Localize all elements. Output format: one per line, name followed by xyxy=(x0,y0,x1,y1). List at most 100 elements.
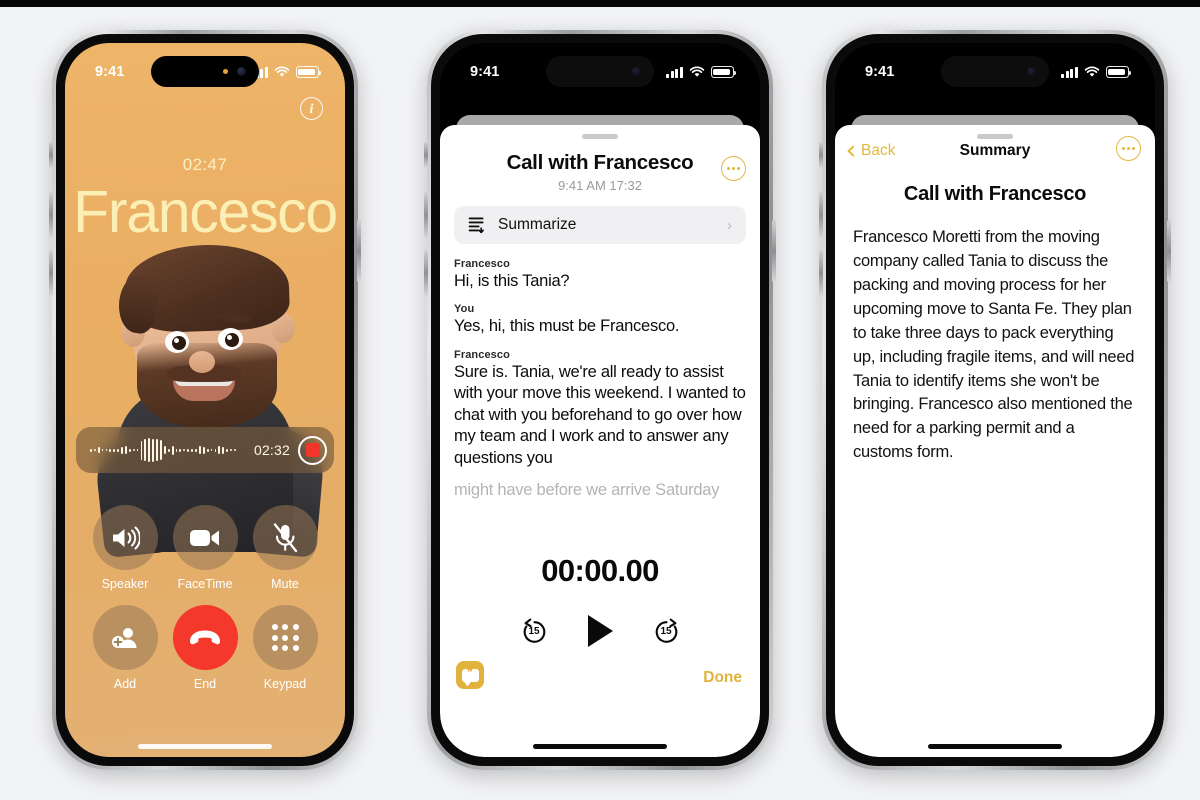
transcript-text: Yes, hi, this must be Francesco. xyxy=(454,317,680,336)
microphone-muted-icon xyxy=(252,505,318,570)
battery-icon xyxy=(296,66,321,78)
speaker-name: You xyxy=(454,303,475,316)
status-indicators xyxy=(1061,66,1131,78)
more-options-icon[interactable] xyxy=(1116,136,1141,161)
keypad-button[interactable]: Keypad xyxy=(245,605,325,691)
transcript-header: Call with Francesco 9:41 AM 17:32 xyxy=(440,125,760,193)
facetime-label: FaceTime xyxy=(177,577,233,591)
call-info-button[interactable]: i xyxy=(300,97,323,120)
phone-1-bezel: 9:41 i 02:47 Francesco 02:32 Speaker Fac… xyxy=(56,34,354,766)
volume-up-button[interactable] xyxy=(424,192,428,238)
top-black-strip xyxy=(0,0,1200,7)
summary-sheet: Back Summary Call with Francesco Frances… xyxy=(835,125,1155,757)
status-indicators xyxy=(666,66,736,78)
playback-time: 00:00.00 xyxy=(541,553,659,588)
dynamic-island[interactable] xyxy=(941,56,1049,87)
keypad-label: Keypad xyxy=(263,677,307,691)
dynamic-island[interactable] xyxy=(151,56,259,87)
recording-indicator-dot xyxy=(223,69,228,74)
speaker-button[interactable]: Speaker xyxy=(85,505,165,591)
add-label: Add xyxy=(113,677,137,691)
playback-controls: 15 15 xyxy=(440,615,760,647)
volume-up-button[interactable] xyxy=(819,192,823,238)
front-camera-icon xyxy=(632,67,641,76)
chevron-right-icon: › xyxy=(727,216,732,234)
end-label: End xyxy=(193,677,217,691)
skip-back-value: 15 xyxy=(528,625,540,637)
summarize-label: Summarize xyxy=(498,216,577,233)
cellular-bars-icon xyxy=(1061,66,1078,78)
recording-elapsed: 02:32 xyxy=(253,442,290,458)
navigation-bar: Back Summary xyxy=(835,125,1155,167)
summary-body: Francesco Moretti from the moving compan… xyxy=(853,228,1135,462)
video-camera-icon xyxy=(172,505,238,570)
transcript-text: Sure is. Tania, we're all ready to assis… xyxy=(454,362,746,467)
cellular-bars-icon xyxy=(666,66,683,78)
mute-label: Mute xyxy=(271,577,299,591)
facetime-button[interactable]: FaceTime xyxy=(165,505,245,591)
home-indicator[interactable] xyxy=(138,744,272,749)
call-timestamp: 9:41 AM 17:32 xyxy=(558,178,642,193)
play-icon[interactable] xyxy=(587,615,613,647)
end-call-icon xyxy=(172,605,238,670)
volume-up-button[interactable] xyxy=(49,192,53,238)
transcript-text-faded: might have before we arrive Saturday xyxy=(454,481,720,500)
screenshot-canvas: 9:41 i 02:47 Francesco 02:32 Speaker Fac… xyxy=(0,0,1200,800)
recording-bar[interactable]: 02:32 xyxy=(76,427,334,473)
battery-icon xyxy=(711,66,736,78)
wifi-icon xyxy=(689,66,705,77)
phone-2-transcript: 9:41 Call with Francesco 9:41 AM 17:32 S… xyxy=(424,30,776,770)
audio-waveform xyxy=(90,437,246,463)
speaker-name: Francesco xyxy=(454,348,510,361)
speaker-name: Francesco xyxy=(454,258,510,270)
add-person-icon xyxy=(92,605,158,670)
stop-record-button[interactable] xyxy=(298,435,327,465)
mute-button[interactable]: Mute xyxy=(245,505,325,591)
speaker-label: Speaker xyxy=(101,577,149,591)
home-indicator[interactable] xyxy=(928,744,1062,749)
mute-switch-button[interactable] xyxy=(49,142,53,168)
keypad-icon xyxy=(252,605,318,670)
phone-1-active-call: 9:41 i 02:47 Francesco 02:32 Speaker Fac… xyxy=(49,30,361,770)
phone-3-summary: 9:41 Back Summary Call with Francesco Fr… xyxy=(819,30,1171,770)
power-button[interactable] xyxy=(1167,220,1171,282)
summary-heading: Call with Francesco xyxy=(903,183,1087,205)
status-time: 9:41 xyxy=(865,64,895,80)
status-time: 9:41 xyxy=(470,64,500,80)
nav-title: Summary xyxy=(959,141,1031,159)
phone-3-bezel: 9:41 Back Summary Call with Francesco Fr… xyxy=(826,34,1164,766)
status-time: 9:41 xyxy=(95,64,125,80)
power-button[interactable] xyxy=(357,220,361,282)
speaker-icon xyxy=(92,505,158,570)
transcription-icon[interactable]: ❞ xyxy=(456,661,484,689)
summarize-icon xyxy=(468,217,484,234)
phone-1-screen: 9:41 i 02:47 Francesco 02:32 Speaker Fac… xyxy=(65,43,345,757)
skip-forward-15-button[interactable]: 15 xyxy=(653,618,680,645)
phone-2-bezel: 9:41 Call with Francesco 9:41 AM 17:32 S… xyxy=(431,34,769,766)
call-controls-grid: Speaker FaceTime Mute Add End Keypad xyxy=(65,505,345,691)
dynamic-island[interactable] xyxy=(546,56,654,87)
audio-player: 00:00.00 15 15 xyxy=(440,553,760,647)
call-duration: 02:47 xyxy=(182,155,228,174)
front-camera-icon xyxy=(237,67,246,76)
summarize-button[interactable]: Summarize › xyxy=(454,206,746,244)
volume-down-button[interactable] xyxy=(49,250,53,296)
mute-switch-button[interactable] xyxy=(819,142,823,168)
transcript-entry: You Yes, hi, this must be Francesco. xyxy=(454,303,746,337)
power-button[interactable] xyxy=(772,220,776,282)
skip-back-15-button[interactable]: 15 xyxy=(521,618,548,645)
caller-name: Francesco xyxy=(73,179,338,245)
more-options-icon[interactable] xyxy=(721,156,746,181)
add-call-button[interactable]: Add xyxy=(85,605,165,691)
volume-down-button[interactable] xyxy=(819,250,823,296)
end-call-button[interactable]: End xyxy=(165,605,245,691)
done-button[interactable]: Done xyxy=(703,669,742,687)
volume-down-button[interactable] xyxy=(424,250,428,296)
skip-forward-value: 15 xyxy=(660,625,672,637)
front-camera-icon xyxy=(1027,67,1036,76)
mute-switch-button[interactable] xyxy=(424,142,428,168)
home-indicator[interactable] xyxy=(533,744,667,749)
memoji-avatar xyxy=(81,239,329,559)
wifi-icon xyxy=(274,66,290,77)
transcript-entry: Francesco Sure is. Tania, we're all read… xyxy=(454,349,746,502)
